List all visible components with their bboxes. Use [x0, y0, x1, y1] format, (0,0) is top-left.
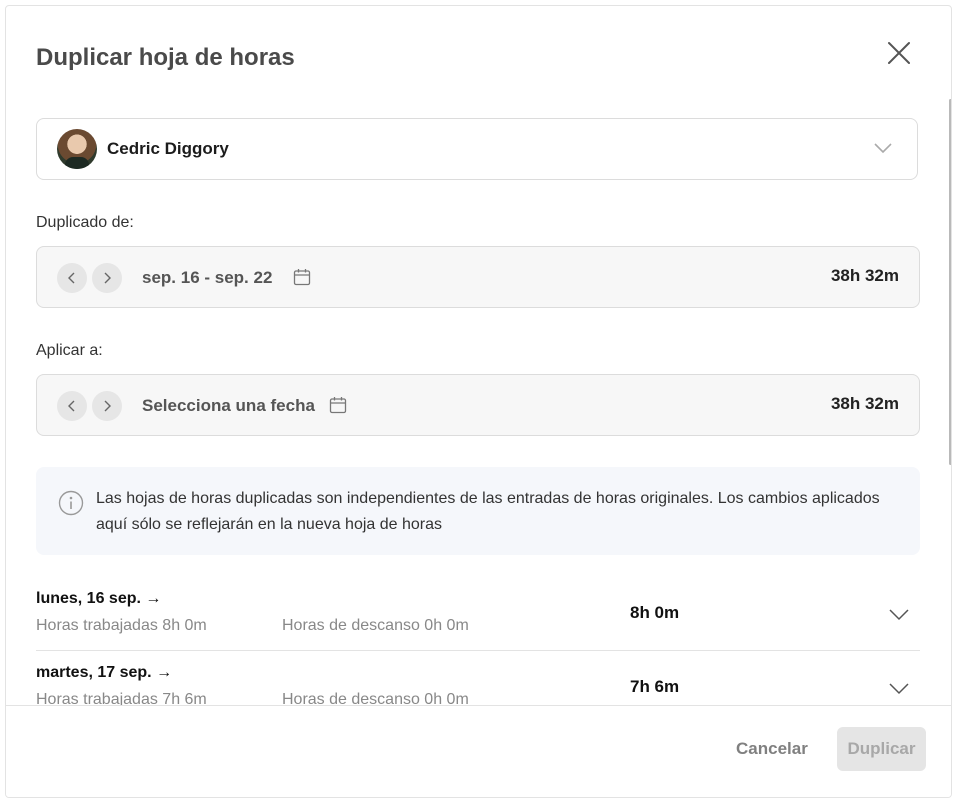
next-week-button[interactable] — [92, 263, 122, 293]
source-date-range: sep. 16 - sep. 22 38h 32m — [36, 246, 920, 308]
dialog-footer: Cancelar Duplicar — [6, 705, 951, 797]
duplicate-timesheet-dialog: Duplicar hoja de horas Cedric Diggory Du… — [5, 5, 952, 798]
chevron-down-icon[interactable] — [888, 607, 910, 621]
info-icon — [58, 490, 84, 516]
target-total: 38h 32m — [830, 394, 899, 413]
prev-week-button[interactable] — [57, 263, 87, 293]
employee-select[interactable]: Cedric Diggory — [36, 118, 918, 180]
chevron-left-icon — [68, 272, 75, 284]
day-worked-hours: Horas trabajadas 8h 0m — [36, 617, 207, 634]
source-label: Duplicado de: — [36, 214, 134, 231]
close-icon[interactable] — [886, 40, 912, 66]
cancel-button[interactable]: Cancelar — [724, 726, 820, 772]
target-label: Aplicar a: — [36, 342, 103, 359]
calendar-icon[interactable] — [329, 396, 347, 414]
target-date-range: Selecciona una fecha 38h 32m — [36, 374, 920, 436]
source-range-text: sep. 16 - sep. 22 — [142, 268, 273, 287]
scrollbar[interactable] — [949, 99, 951, 465]
dialog-title: Duplicar hoja de horas — [36, 44, 295, 71]
chevron-down-icon — [874, 143, 892, 154]
info-notice: Las hojas de horas duplicadas son indepe… — [36, 467, 920, 555]
day-break-hours: Horas de descanso 0h 0m — [282, 617, 469, 634]
source-total: 38h 32m — [830, 266, 899, 285]
chevron-left-icon — [68, 400, 75, 412]
chevron-down-icon[interactable] — [888, 681, 910, 695]
day-total: 8h 0m — [630, 603, 680, 622]
avatar — [57, 129, 97, 169]
day-title[interactable]: lunes, 16 sep. → — [36, 590, 161, 608]
duplicate-button[interactable]: Duplicar — [837, 727, 926, 771]
target-range-text[interactable]: Selecciona una fecha — [142, 396, 315, 416]
prev-week-button[interactable] — [57, 391, 87, 421]
chevron-right-icon — [104, 272, 111, 284]
chevron-right-icon — [104, 400, 111, 412]
day-total: 7h 6m — [630, 677, 680, 696]
calendar-icon[interactable] — [293, 268, 311, 286]
employee-name: Cedric Diggory — [107, 139, 229, 158]
next-week-button[interactable] — [92, 391, 122, 421]
info-text: Las hojas de horas duplicadas son indepe… — [96, 490, 880, 533]
day-title[interactable]: martes, 17 sep. → — [36, 664, 172, 682]
day-row: lunes, 16 sep. → Horas trabajadas 8h 0m … — [36, 577, 920, 651]
